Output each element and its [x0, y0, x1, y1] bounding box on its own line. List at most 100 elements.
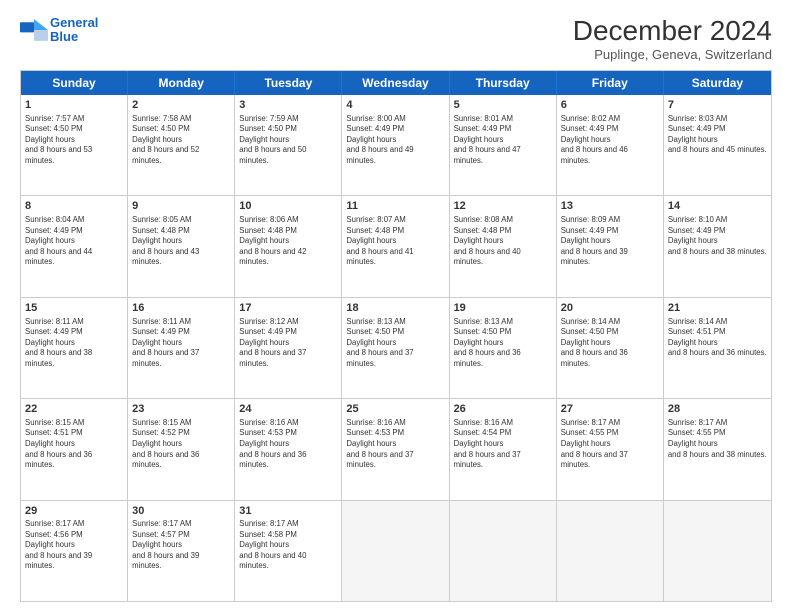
day-details: Sunrise: 8:01 AMSunset: 4:49 PMDaylight … [454, 114, 552, 167]
day-details: Sunrise: 8:11 AMSunset: 4:49 PMDaylight … [25, 317, 123, 370]
calendar-body: 1Sunrise: 7:57 AMSunset: 4:50 PMDaylight… [21, 95, 771, 601]
day-number: 11 [346, 199, 444, 214]
calendar: SundayMondayTuesdayWednesdayThursdayFrid… [20, 70, 772, 602]
page-title: December 2024 [573, 16, 772, 47]
day-details: Sunrise: 7:57 AMSunset: 4:50 PMDaylight … [25, 114, 123, 167]
calendar-day-4: 4Sunrise: 8:00 AMSunset: 4:49 PMDaylight… [342, 95, 449, 195]
logo: General Blue [20, 16, 98, 45]
day-details: Sunrise: 8:13 AMSunset: 4:50 PMDaylight … [454, 317, 552, 370]
logo-icon [20, 19, 48, 41]
calendar-header-monday: Monday [128, 71, 235, 95]
calendar-header-saturday: Saturday [664, 71, 771, 95]
calendar-day-28: 28Sunrise: 8:17 AMSunset: 4:55 PMDayligh… [664, 399, 771, 499]
day-details: Sunrise: 8:15 AMSunset: 4:51 PMDaylight … [25, 418, 123, 471]
day-number: 12 [454, 199, 552, 214]
calendar-week-4: 22Sunrise: 8:15 AMSunset: 4:51 PMDayligh… [21, 398, 771, 499]
day-number: 10 [239, 199, 337, 214]
calendar-day-25: 25Sunrise: 8:16 AMSunset: 4:53 PMDayligh… [342, 399, 449, 499]
day-details: Sunrise: 8:17 AMSunset: 4:57 PMDaylight … [132, 519, 230, 572]
calendar-header-friday: Friday [557, 71, 664, 95]
calendar-day-7: 7Sunrise: 8:03 AMSunset: 4:49 PMDaylight… [664, 95, 771, 195]
day-details: Sunrise: 8:16 AMSunset: 4:54 PMDaylight … [454, 418, 552, 471]
logo-general: General [50, 15, 98, 30]
day-number: 31 [239, 504, 337, 519]
calendar-day-16: 16Sunrise: 8:11 AMSunset: 4:49 PMDayligh… [128, 298, 235, 398]
calendar-day-26: 26Sunrise: 8:16 AMSunset: 4:54 PMDayligh… [450, 399, 557, 499]
calendar-day-12: 12Sunrise: 8:08 AMSunset: 4:48 PMDayligh… [450, 196, 557, 296]
calendar-day-31: 31Sunrise: 8:17 AMSunset: 4:58 PMDayligh… [235, 501, 342, 601]
day-number: 20 [561, 301, 659, 316]
title-block: December 2024 Puplinge, Geneva, Switzerl… [573, 16, 772, 62]
day-number: 26 [454, 402, 552, 417]
day-number: 13 [561, 199, 659, 214]
logo-blue: Blue [50, 29, 78, 44]
calendar-day-3: 3Sunrise: 7:59 AMSunset: 4:50 PMDaylight… [235, 95, 342, 195]
calendar-day-15: 15Sunrise: 8:11 AMSunset: 4:49 PMDayligh… [21, 298, 128, 398]
day-details: Sunrise: 7:58 AMSunset: 4:50 PMDaylight … [132, 114, 230, 167]
day-details: Sunrise: 7:59 AMSunset: 4:50 PMDaylight … [239, 114, 337, 167]
day-details: Sunrise: 8:10 AMSunset: 4:49 PMDaylight … [668, 215, 767, 257]
day-number: 9 [132, 199, 230, 214]
calendar-day-21: 21Sunrise: 8:14 AMSunset: 4:51 PMDayligh… [664, 298, 771, 398]
day-number: 29 [25, 504, 123, 519]
calendar-day-2: 2Sunrise: 7:58 AMSunset: 4:50 PMDaylight… [128, 95, 235, 195]
day-number: 24 [239, 402, 337, 417]
day-number: 17 [239, 301, 337, 316]
day-number: 5 [454, 98, 552, 113]
day-number: 15 [25, 301, 123, 316]
calendar-day-8: 8Sunrise: 8:04 AMSunset: 4:49 PMDaylight… [21, 196, 128, 296]
calendar-empty-cell [450, 501, 557, 601]
calendar-header-wednesday: Wednesday [342, 71, 449, 95]
calendar-day-19: 19Sunrise: 8:13 AMSunset: 4:50 PMDayligh… [450, 298, 557, 398]
calendar-week-3: 15Sunrise: 8:11 AMSunset: 4:49 PMDayligh… [21, 297, 771, 398]
day-details: Sunrise: 8:16 AMSunset: 4:53 PMDaylight … [239, 418, 337, 471]
day-number: 1 [25, 98, 123, 113]
day-number: 18 [346, 301, 444, 316]
day-number: 27 [561, 402, 659, 417]
calendar-day-13: 13Sunrise: 8:09 AMSunset: 4:49 PMDayligh… [557, 196, 664, 296]
day-details: Sunrise: 8:05 AMSunset: 4:48 PMDaylight … [132, 215, 230, 268]
header: General Blue December 2024 Puplinge, Gen… [20, 16, 772, 62]
calendar-day-24: 24Sunrise: 8:16 AMSunset: 4:53 PMDayligh… [235, 399, 342, 499]
day-number: 30 [132, 504, 230, 519]
day-number: 21 [668, 301, 767, 316]
day-details: Sunrise: 8:09 AMSunset: 4:49 PMDaylight … [561, 215, 659, 268]
day-number: 16 [132, 301, 230, 316]
calendar-day-30: 30Sunrise: 8:17 AMSunset: 4:57 PMDayligh… [128, 501, 235, 601]
day-number: 22 [25, 402, 123, 417]
calendar-empty-cell [557, 501, 664, 601]
day-number: 7 [668, 98, 767, 113]
day-details: Sunrise: 8:00 AMSunset: 4:49 PMDaylight … [346, 114, 444, 167]
day-details: Sunrise: 8:03 AMSunset: 4:49 PMDaylight … [668, 114, 767, 156]
calendar-header-sunday: Sunday [21, 71, 128, 95]
calendar-day-27: 27Sunrise: 8:17 AMSunset: 4:55 PMDayligh… [557, 399, 664, 499]
day-details: Sunrise: 8:13 AMSunset: 4:50 PMDaylight … [346, 317, 444, 370]
page-subtitle: Puplinge, Geneva, Switzerland [573, 47, 772, 62]
calendar-day-9: 9Sunrise: 8:05 AMSunset: 4:48 PMDaylight… [128, 196, 235, 296]
page: General Blue December 2024 Puplinge, Gen… [0, 0, 792, 612]
day-details: Sunrise: 8:08 AMSunset: 4:48 PMDaylight … [454, 215, 552, 268]
day-number: 8 [25, 199, 123, 214]
calendar-day-1: 1Sunrise: 7:57 AMSunset: 4:50 PMDaylight… [21, 95, 128, 195]
day-number: 23 [132, 402, 230, 417]
day-number: 4 [346, 98, 444, 113]
day-number: 6 [561, 98, 659, 113]
day-details: Sunrise: 8:02 AMSunset: 4:49 PMDaylight … [561, 114, 659, 167]
calendar-week-1: 1Sunrise: 7:57 AMSunset: 4:50 PMDaylight… [21, 95, 771, 195]
day-details: Sunrise: 8:04 AMSunset: 4:49 PMDaylight … [25, 215, 123, 268]
day-details: Sunrise: 8:14 AMSunset: 4:51 PMDaylight … [668, 317, 767, 359]
calendar-day-29: 29Sunrise: 8:17 AMSunset: 4:56 PMDayligh… [21, 501, 128, 601]
calendar-day-17: 17Sunrise: 8:12 AMSunset: 4:49 PMDayligh… [235, 298, 342, 398]
calendar-day-10: 10Sunrise: 8:06 AMSunset: 4:48 PMDayligh… [235, 196, 342, 296]
calendar-day-6: 6Sunrise: 8:02 AMSunset: 4:49 PMDaylight… [557, 95, 664, 195]
calendar-day-5: 5Sunrise: 8:01 AMSunset: 4:49 PMDaylight… [450, 95, 557, 195]
calendar-header-tuesday: Tuesday [235, 71, 342, 95]
day-details: Sunrise: 8:12 AMSunset: 4:49 PMDaylight … [239, 317, 337, 370]
day-number: 28 [668, 402, 767, 417]
calendar-header: SundayMondayTuesdayWednesdayThursdayFrid… [21, 71, 771, 95]
calendar-day-20: 20Sunrise: 8:14 AMSunset: 4:50 PMDayligh… [557, 298, 664, 398]
day-number: 2 [132, 98, 230, 113]
day-details: Sunrise: 8:17 AMSunset: 4:56 PMDaylight … [25, 519, 123, 572]
logo-text: General Blue [50, 16, 98, 45]
day-details: Sunrise: 8:15 AMSunset: 4:52 PMDaylight … [132, 418, 230, 471]
